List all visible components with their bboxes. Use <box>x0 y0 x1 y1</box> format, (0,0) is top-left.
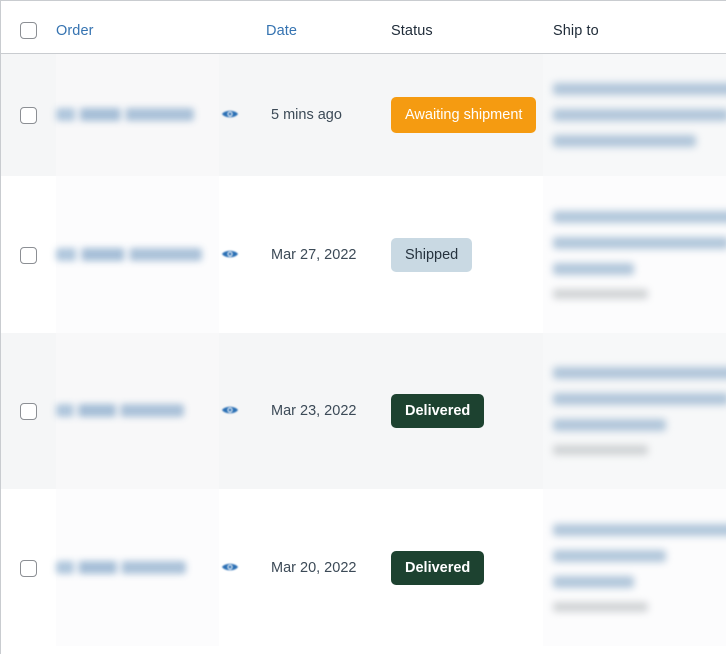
status-badge: Awaiting shipment <box>391 97 536 133</box>
status-badge: Delivered <box>391 551 484 585</box>
ship-to-note-line <box>553 445 648 455</box>
ship-to-line <box>553 263 634 275</box>
row-select-checkbox[interactable] <box>20 403 37 420</box>
ship-to-redacted <box>553 211 726 299</box>
table-header-row: Order Date Status Ship to <box>1 1 726 54</box>
order-number-redacted <box>56 561 186 574</box>
eye-icon[interactable] <box>221 404 239 418</box>
column-header-date[interactable]: Date <box>266 22 297 40</box>
order-number-link[interactable] <box>56 176 219 333</box>
ship-to-line <box>553 83 726 95</box>
order-number-link[interactable] <box>56 333 219 489</box>
ship-to-redacted <box>553 83 726 147</box>
column-header-status: Status <box>391 22 433 40</box>
eye-icon[interactable] <box>221 561 239 575</box>
row-select-checkbox[interactable] <box>20 560 37 577</box>
ship-to-line <box>553 524 726 536</box>
order-number-redacted <box>56 108 194 121</box>
ship-to-line <box>553 419 666 431</box>
column-header-order[interactable]: Order <box>56 22 94 40</box>
ship-to-address <box>543 54 726 176</box>
table-row[interactable]: 5 mins ago Awaiting shipment <box>1 54 726 176</box>
order-number-link[interactable] <box>56 54 219 176</box>
row-select-checkbox[interactable] <box>20 247 37 264</box>
order-date: Mar 27, 2022 <box>271 246 356 264</box>
table-body: 5 mins ago Awaiting shipment Mar 27, 2022 S… <box>1 54 726 646</box>
eye-icon[interactable] <box>221 108 239 122</box>
order-number-link[interactable] <box>56 489 219 646</box>
ship-to-redacted <box>553 524 726 612</box>
ship-to-address <box>543 489 726 646</box>
order-date: Mar 20, 2022 <box>271 559 356 577</box>
ship-to-line <box>553 393 726 405</box>
ship-to-line <box>553 367 726 379</box>
column-header-ship-to: Ship to <box>553 22 599 40</box>
ship-to-line <box>553 135 696 147</box>
table-row[interactable]: Mar 20, 2022 Delivered <box>1 489 726 646</box>
ship-to-line <box>553 109 726 121</box>
eye-icon[interactable] <box>221 248 239 262</box>
order-number-redacted <box>56 248 202 261</box>
row-select-checkbox[interactable] <box>20 107 37 124</box>
order-number-redacted <box>56 404 184 417</box>
status-badge: Shipped <box>391 238 472 272</box>
status-badge: Delivered <box>391 394 484 428</box>
ship-to-note-line <box>553 289 648 299</box>
ship-to-address <box>543 333 726 489</box>
table-row[interactable]: Mar 23, 2022 Delivered <box>1 333 726 489</box>
table-row[interactable]: Mar 27, 2022 Shipped <box>1 176 726 333</box>
ship-to-line <box>553 211 726 223</box>
order-date: 5 mins ago <box>271 106 342 124</box>
orders-table-panel: Order Date Status Ship to 5 mins ago Awai… <box>0 0 726 654</box>
ship-to-line <box>553 550 666 562</box>
ship-to-address <box>543 176 726 333</box>
ship-to-line <box>553 237 726 249</box>
select-all-checkbox[interactable] <box>20 22 37 39</box>
ship-to-redacted <box>553 367 726 455</box>
ship-to-line <box>553 576 634 588</box>
ship-to-note-line <box>553 602 648 612</box>
order-date: Mar 23, 2022 <box>271 402 356 420</box>
